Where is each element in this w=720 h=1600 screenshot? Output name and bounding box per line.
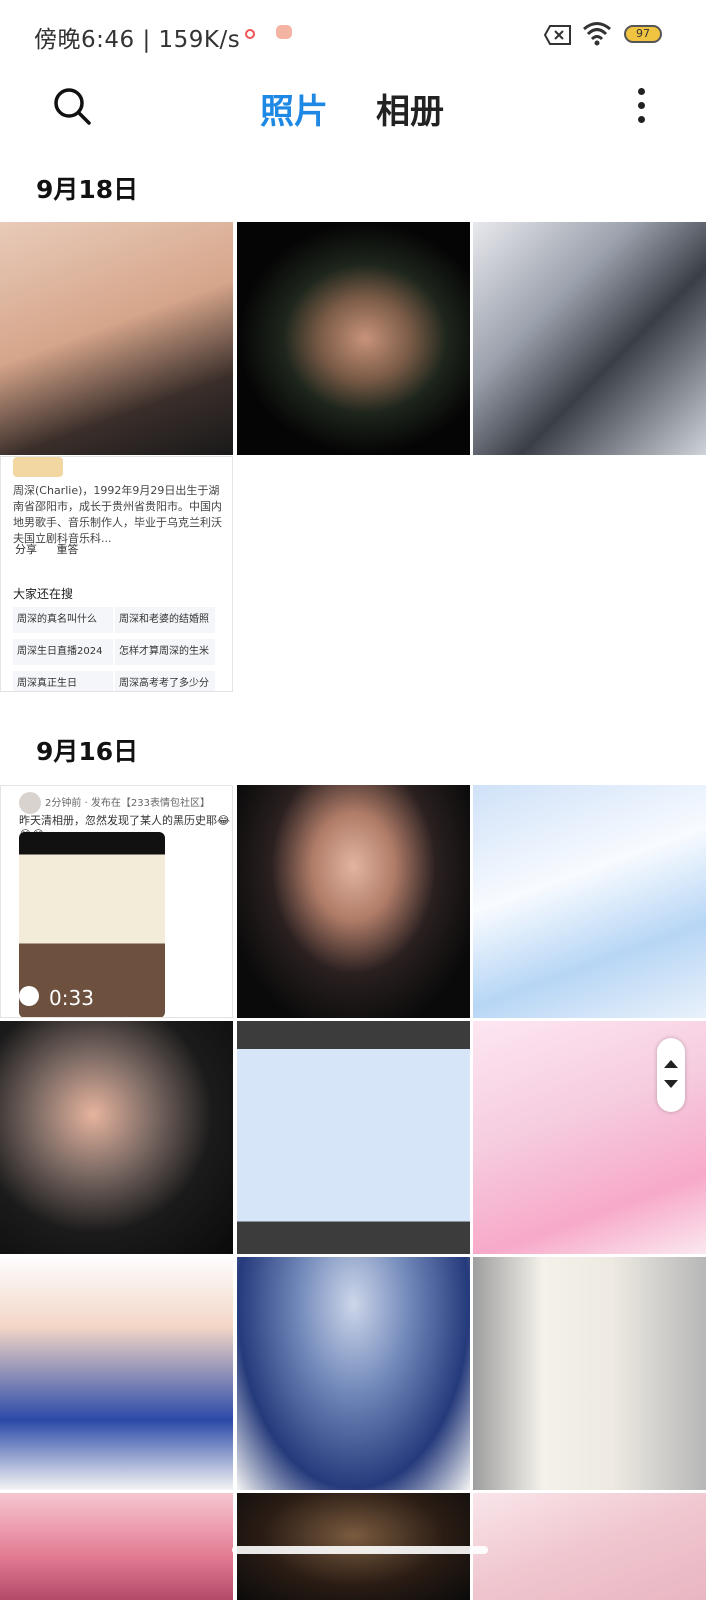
wifi-icon bbox=[583, 22, 611, 46]
status-bar: 傍晚6:46 | 159K/s 97 bbox=[0, 0, 720, 70]
search-chip: 周深的真名叫什么 bbox=[13, 607, 113, 633]
photo-thumbnail[interactable] bbox=[473, 785, 706, 1018]
screenshot-thumbnail[interactable]: 周深(Charlie)，1992年9月29日出生于湖南省邵阳市，成长于贵州省贵阳… bbox=[0, 456, 233, 692]
video-thumbnail[interactable]: 2分钟前 · 发布在【233表情包社区】 昨天清相册，忽然发现了某人的黑历史耶😂… bbox=[0, 785, 233, 1018]
screenshot-image-fragment bbox=[13, 457, 63, 477]
date-header: 9月18日 bbox=[36, 175, 139, 204]
photo-thumbnail[interactable] bbox=[0, 1493, 233, 1600]
photo-thumbnail[interactable] bbox=[473, 222, 706, 455]
photo-thumbnail[interactable] bbox=[473, 1257, 706, 1490]
search-icon[interactable] bbox=[50, 84, 94, 128]
post-meta: 2分钟前 · 发布在【233表情包社区】 bbox=[45, 798, 210, 809]
share-label: 分享 bbox=[15, 543, 37, 556]
photo-thumbnail[interactable] bbox=[0, 1021, 233, 1254]
fast-scroll-handle[interactable] bbox=[657, 1038, 685, 1112]
gesture-nav-bar[interactable] bbox=[232, 1546, 488, 1554]
avatar bbox=[19, 792, 41, 814]
others-search-title: 大家还在搜 bbox=[13, 587, 74, 601]
scroll-up-icon bbox=[664, 1060, 678, 1068]
redo-label: 重答 bbox=[56, 543, 79, 556]
photo-thumbnail[interactable] bbox=[237, 1021, 470, 1254]
search-chip: 周深生日直播2024 bbox=[13, 639, 113, 665]
search-chip: 周深和老婆的结婚照 bbox=[115, 607, 215, 633]
screenshot-actions: 分享 重答 bbox=[15, 541, 225, 557]
photo-thumbnail[interactable] bbox=[237, 1257, 470, 1490]
photo-thumbnail[interactable] bbox=[473, 1493, 706, 1600]
search-chip: 周深真正生日 bbox=[13, 671, 113, 691]
video-duration: 0:33 bbox=[49, 986, 94, 1010]
scroll-down-icon bbox=[664, 1080, 678, 1088]
search-chip-grid: 周深的真名叫什么 周深和老婆的结婚照 周深生日直播2024 怎样才算周深的生米 周深… bbox=[13, 607, 223, 691]
search-chip: 周深高考考了多少分 bbox=[115, 671, 215, 691]
more-options-icon[interactable] bbox=[626, 84, 656, 128]
top-bar: 照片 相册 bbox=[0, 70, 720, 140]
photo-thumbnail[interactable] bbox=[0, 1257, 233, 1490]
no-sim-icon bbox=[544, 25, 571, 45]
photo-thumbnail[interactable] bbox=[0, 222, 233, 455]
date-header: 9月16日 bbox=[36, 737, 139, 766]
screenshot-intro-text: 周深(Charlie)，1992年9月29日出生于湖南省邵阳市，成长于贵州省贵阳… bbox=[13, 484, 222, 545]
photo-thumbnail[interactable] bbox=[237, 222, 470, 455]
status-time: 傍晚6:46 | 159K/s bbox=[34, 27, 241, 53]
battery-indicator: 97 bbox=[624, 25, 662, 43]
tab-albums[interactable]: 相册 bbox=[376, 84, 444, 133]
search-chip: 怎样才算周深的生米 bbox=[115, 639, 215, 665]
tab-photos[interactable]: 照片 bbox=[260, 84, 328, 133]
photo-thumbnail[interactable] bbox=[237, 785, 470, 1018]
play-icon bbox=[19, 986, 39, 1006]
notification-icon bbox=[245, 29, 255, 39]
app-notification-icon bbox=[276, 25, 292, 39]
